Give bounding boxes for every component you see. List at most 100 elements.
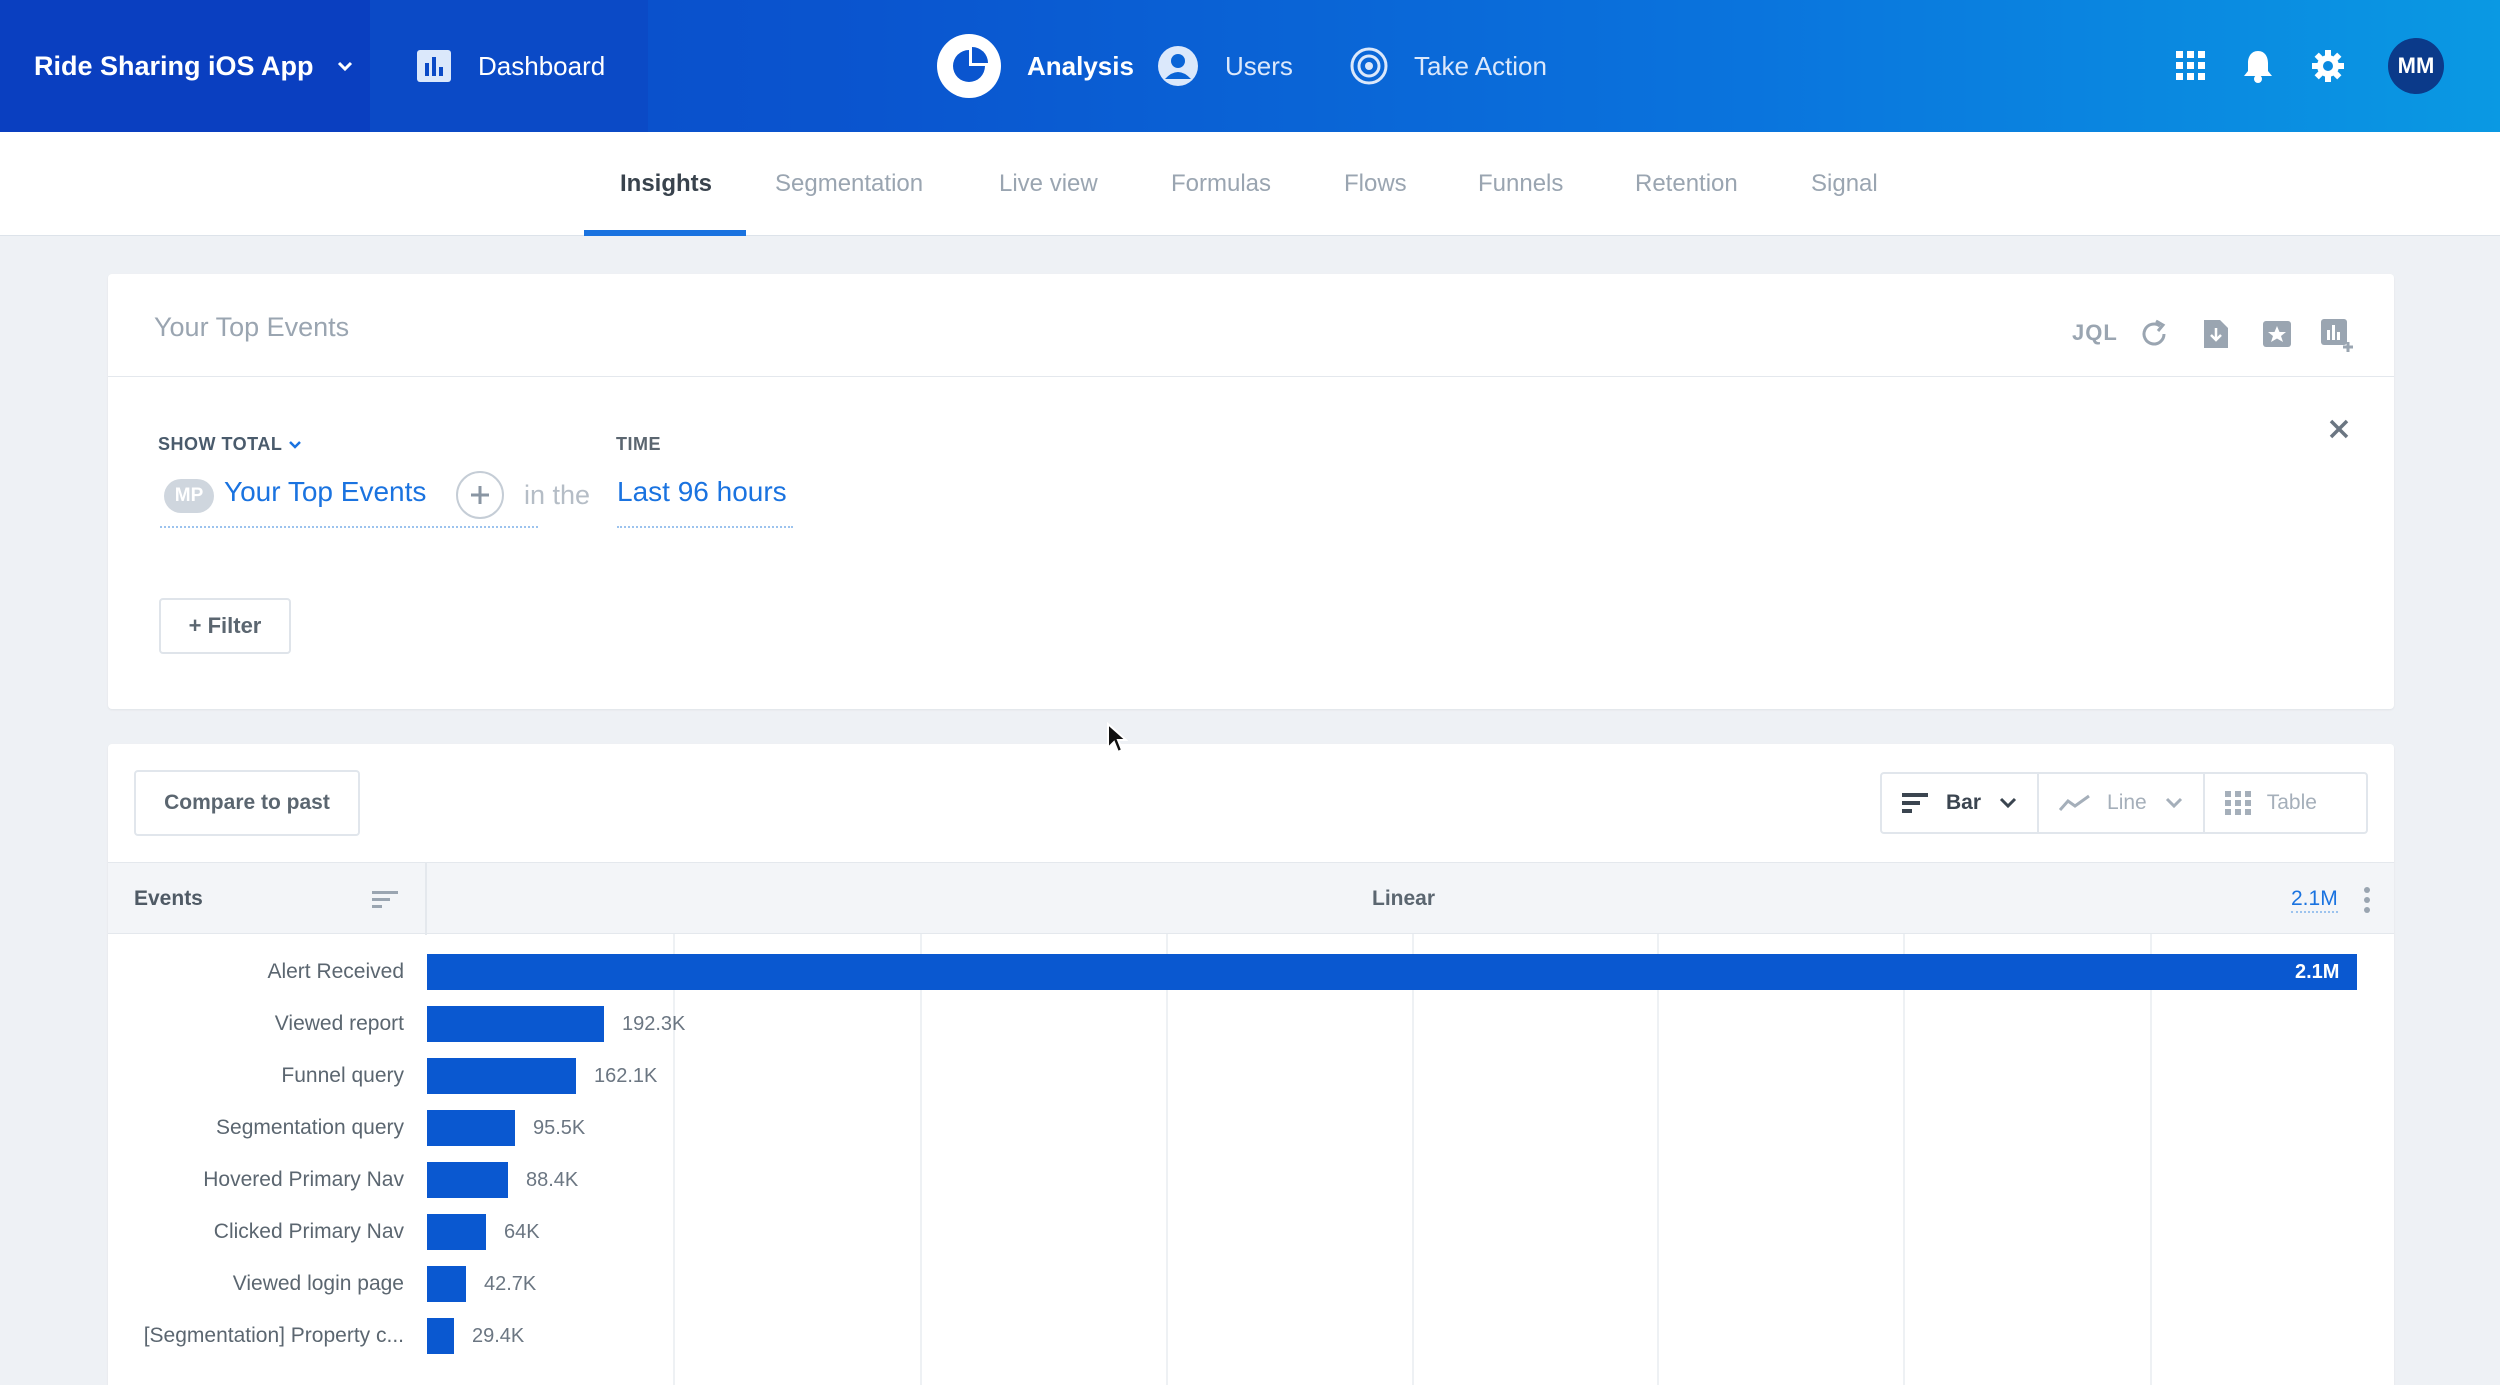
event-row-label[interactable]: [Segmentation] Property c...: [144, 1324, 404, 1348]
bar-value-label: 42.7K: [484, 1273, 537, 1295]
plus-icon: [471, 486, 489, 504]
bar-value-label: 88.4K: [526, 1169, 579, 1191]
event-bar[interactable]: [427, 1266, 466, 1302]
event-row-label[interactable]: Funnel query: [281, 1064, 404, 1088]
event-selector[interactable]: Your Top Events: [224, 476, 426, 508]
nav-analysis-label: Analysis: [1027, 50, 1134, 81]
analysis-subnav: Insights Segmentation Live view Formulas…: [0, 132, 2500, 236]
column-divider: [425, 863, 427, 935]
nav-analysis[interactable]: Analysis: [937, 0, 1134, 132]
bar-value-label: 192.3K: [622, 1013, 686, 1035]
tab-segmentation[interactable]: Segmentation: [775, 132, 923, 236]
add-to-dashboard-icon[interactable]: [2320, 318, 2354, 352]
time-range-underline: [617, 526, 793, 528]
bookmark-star-icon[interactable]: [2262, 318, 2292, 348]
bar-value-label: 29.4K: [472, 1325, 525, 1347]
chevron-down-icon: [2165, 797, 2183, 809]
jql-button[interactable]: JQL: [2072, 320, 2118, 346]
nav-users-label: Users: [1225, 50, 1293, 81]
bar-value-label: 95.5K: [533, 1117, 586, 1139]
bar-lines-icon: [1902, 791, 1930, 815]
event-row-label[interactable]: Alert Received: [267, 960, 404, 984]
time-label: TIME: [616, 434, 661, 454]
event-row-label[interactable]: Hovered Primary Nav: [203, 1168, 404, 1192]
event-bar[interactable]: [427, 954, 2357, 990]
event-bar[interactable]: [427, 1318, 454, 1354]
view-table-label: Table: [2266, 791, 2317, 814]
tab-formulas[interactable]: Formulas: [1171, 132, 1271, 236]
results-card: Compare to past Bar Line Table Events Li…: [108, 744, 2394, 1385]
table-grid-icon: [2224, 791, 2251, 815]
event-bar[interactable]: [427, 1058, 576, 1094]
settings-gear-icon[interactable]: [2312, 0, 2344, 132]
tab-funnels[interactable]: Funnels: [1478, 132, 1563, 236]
view-bar-option[interactable]: Bar: [1882, 774, 2037, 832]
event-bar[interactable]: [427, 1214, 486, 1250]
event-bar[interactable]: [427, 1110, 515, 1146]
event-row-label[interactable]: Segmentation query: [216, 1116, 404, 1140]
mouse-cursor-icon: [1107, 722, 1128, 754]
event-bar[interactable]: [427, 1162, 508, 1198]
grid-line: [1657, 934, 1659, 1385]
query-builder-card: Your Top Events JQL SHOW TOTAL TIME MP Y…: [108, 274, 2394, 709]
grid-line: [920, 934, 922, 1385]
close-icon[interactable]: [2328, 418, 2358, 448]
time-range-selector[interactable]: Last 96 hours: [617, 476, 787, 508]
grid-line: [1412, 934, 1414, 1385]
show-total-label: SHOW TOTAL: [158, 434, 283, 454]
tab-flows[interactable]: Flows: [1344, 132, 1407, 236]
event-row-label[interactable]: Clicked Primary Nav: [214, 1220, 404, 1244]
line-chart-icon: [2059, 793, 2091, 813]
events-column-header: Events: [134, 887, 203, 910]
nav-take-action[interactable]: Take Action: [1350, 0, 1547, 132]
nav-take-action-label: Take Action: [1414, 50, 1547, 81]
sort-icon[interactable]: [372, 889, 398, 914]
more-options-icon[interactable]: [2362, 885, 2372, 920]
chevron-down-icon: [337, 61, 352, 72]
refresh-icon[interactable]: [2138, 318, 2170, 350]
project-selector[interactable]: Ride Sharing iOS App: [0, 0, 370, 132]
event-row-label[interactable]: Viewed login page: [233, 1272, 404, 1296]
chevron-down-icon: [1999, 797, 2017, 809]
show-total-dropdown[interactable]: SHOW TOTAL: [158, 434, 302, 455]
event-bar[interactable]: [427, 1006, 604, 1042]
scale-type-label[interactable]: Linear: [1372, 887, 1435, 911]
add-filter-button[interactable]: + Filter: [159, 598, 291, 654]
grid-line: [1903, 934, 1905, 1385]
grid-line: [673, 934, 675, 1385]
notifications-bell-icon[interactable]: [2243, 0, 2273, 132]
bar-value-label: 64K: [504, 1221, 540, 1243]
connector-text: in the: [524, 480, 591, 510]
apps-grid-icon[interactable]: [2176, 0, 2206, 132]
bar-value-label: 2.1M: [2295, 961, 2340, 983]
pie-chart-icon: [937, 34, 1001, 98]
tab-retention[interactable]: Retention: [1635, 132, 1738, 236]
results-table-header: Events Linear 2.1M: [108, 862, 2394, 935]
view-bar-label: Bar: [1946, 791, 1982, 814]
user-avatar[interactable]: MM: [2388, 38, 2444, 94]
tab-insights[interactable]: Insights: [583, 132, 747, 236]
dashboard-label: Dashboard: [478, 50, 606, 81]
dashboard-link[interactable]: Dashboard: [370, 0, 648, 132]
target-icon: [1350, 47, 1388, 85]
add-event-button[interactable]: [456, 471, 504, 519]
events-bar-chart: Alert Received 2.1M Viewed report 192.3K Fun…: [108, 934, 2394, 1385]
chevron-down-icon: [289, 440, 302, 449]
mp-badge: MP: [164, 479, 214, 513]
tab-signal[interactable]: Signal: [1811, 132, 1878, 236]
bar-value-label: 162.1K: [594, 1065, 658, 1087]
nav-users[interactable]: Users: [1157, 0, 1293, 132]
event-row-label[interactable]: Viewed report: [275, 1012, 404, 1036]
download-icon[interactable]: [2202, 318, 2230, 350]
view-table-option[interactable]: Table: [2202, 774, 2337, 832]
axis-max-value[interactable]: 2.1M: [2291, 887, 2338, 913]
compare-to-past-button[interactable]: Compare to past: [134, 770, 360, 836]
user-icon: [1157, 45, 1199, 87]
grid-line: [1166, 934, 1168, 1385]
view-line-option[interactable]: Line: [2037, 774, 2203, 832]
grid-line: [2150, 934, 2152, 1385]
report-title[interactable]: Your Top Events: [154, 312, 349, 343]
project-name: Ride Sharing iOS App: [34, 50, 314, 81]
visualization-switcher: Bar Line Table: [1880, 772, 2368, 834]
tab-live-view[interactable]: Live view: [999, 132, 1098, 236]
